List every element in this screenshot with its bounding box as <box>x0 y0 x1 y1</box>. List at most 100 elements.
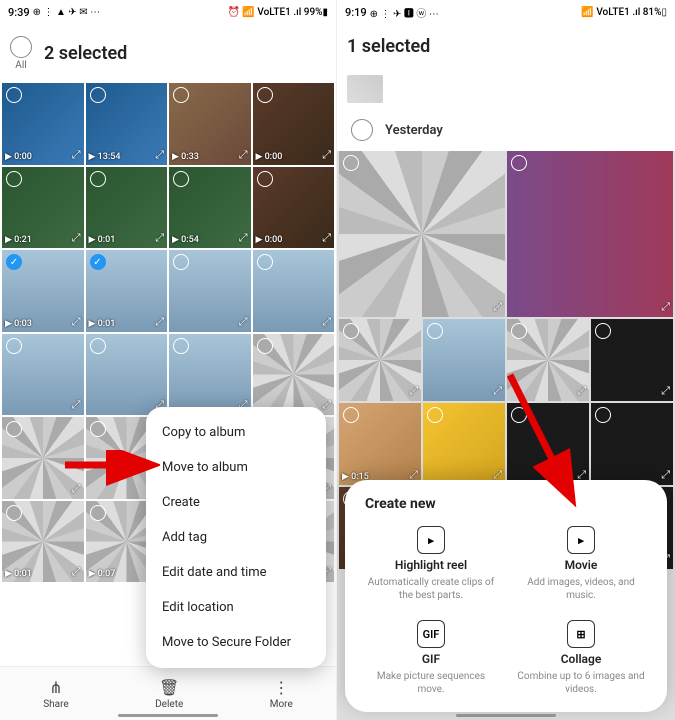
media-cell[interactable]: ▶ 0:21⤢ <box>2 167 84 249</box>
cell-select-checkbox[interactable] <box>511 407 527 423</box>
media-cell[interactable]: ⤢ <box>507 319 589 401</box>
cell-select-checkbox[interactable]: ✓ <box>90 254 106 270</box>
expand-icon[interactable]: ⤢ <box>72 148 81 162</box>
media-cell[interactable]: ⤢ <box>507 403 589 485</box>
expand-icon[interactable]: ⤢ <box>155 231 164 245</box>
cell-select-checkbox[interactable] <box>595 407 611 423</box>
cell-select-checkbox[interactable] <box>90 421 106 437</box>
create-option-gif[interactable]: GIFGIFMake picture sequences move. <box>361 620 501 696</box>
expand-icon[interactable]: ⤢ <box>409 384 418 398</box>
media-cell[interactable]: ⤢ <box>339 319 421 401</box>
expand-icon[interactable]: ⤢ <box>239 148 248 162</box>
expand-icon[interactable]: ⤢ <box>493 300 502 314</box>
expand-icon[interactable]: ⤢ <box>322 315 331 329</box>
media-cell[interactable]: ⤢ <box>169 250 251 332</box>
cell-select-checkbox[interactable] <box>90 338 106 354</box>
cell-select-checkbox[interactable] <box>511 323 527 339</box>
menu-item-copy-to-album[interactable]: Copy to album <box>146 415 326 450</box>
bottombar-delete[interactable]: 🗑Delete <box>155 678 183 710</box>
media-cell[interactable]: ⤢ <box>86 334 168 416</box>
expand-icon[interactable]: ⤢ <box>322 231 331 245</box>
expand-icon[interactable]: ⤢ <box>577 384 586 398</box>
expand-icon[interactable]: ⤢ <box>72 565 81 579</box>
media-cell[interactable]: ⤢ <box>2 334 84 416</box>
create-option-collage[interactable]: ⊞CollageCombine up to 6 images and video… <box>511 620 651 696</box>
cell-select-checkbox[interactable] <box>343 155 359 171</box>
media-cell[interactable]: ▶ 13:54⤢ <box>86 83 168 165</box>
media-cell[interactable]: ▶ 0:00⤢ <box>253 167 335 249</box>
media-cell[interactable]: ✓▶ 0:01⤢ <box>86 250 168 332</box>
cell-select-checkbox[interactable] <box>90 171 106 187</box>
cell-select-checkbox[interactable] <box>257 171 273 187</box>
cell-select-checkbox[interactable] <box>257 338 273 354</box>
media-cell[interactable]: ⤢ <box>339 151 505 317</box>
cell-select-checkbox[interactable] <box>427 323 443 339</box>
expand-icon[interactable]: ⤢ <box>661 384 670 398</box>
media-cell[interactable]: ▶ 0:15⤢ <box>339 403 421 485</box>
bottombar-share[interactable]: ⋔Share <box>43 678 68 710</box>
cell-select-checkbox[interactable] <box>90 87 106 103</box>
cell-select-checkbox[interactable] <box>6 505 22 521</box>
expand-icon[interactable]: ⤢ <box>155 315 164 329</box>
cell-select-checkbox[interactable] <box>6 421 22 437</box>
menu-item-edit-location[interactable]: Edit location <box>146 590 326 625</box>
cell-select-checkbox[interactable] <box>511 155 527 171</box>
cell-select-checkbox[interactable] <box>6 338 22 354</box>
expand-icon[interactable]: ⤢ <box>661 468 670 482</box>
menu-item-edit-date-and-time[interactable]: Edit date and time <box>146 555 326 590</box>
media-cell[interactable]: ▶ 0:54⤢ <box>169 167 251 249</box>
expand-icon[interactable]: ⤢ <box>493 384 502 398</box>
cell-select-checkbox[interactable] <box>343 407 359 423</box>
select-day-checkbox[interactable] <box>351 119 373 141</box>
media-cell[interactable]: ⤢ <box>591 319 673 401</box>
expand-icon[interactable]: ⤢ <box>322 398 331 412</box>
cell-select-checkbox[interactable] <box>257 254 273 270</box>
cell-select-checkbox[interactable] <box>173 171 189 187</box>
home-indicator[interactable] <box>118 714 218 717</box>
selected-thumbnail[interactable] <box>347 75 383 103</box>
cell-select-checkbox[interactable] <box>173 254 189 270</box>
expand-icon[interactable]: ⤢ <box>155 148 164 162</box>
media-cell[interactable]: ⤢ <box>2 417 84 499</box>
menu-item-add-tag[interactable]: Add tag <box>146 520 326 555</box>
expand-icon[interactable]: ⤢ <box>72 482 81 496</box>
create-option-highlight-reel[interactable]: ▸Highlight reelAutomatically create clip… <box>361 526 501 602</box>
cell-select-checkbox[interactable] <box>6 171 22 187</box>
media-cell[interactable]: ▶ 0:33⤢ <box>169 83 251 165</box>
media-cell[interactable]: ⤢ <box>253 250 335 332</box>
media-cell[interactable]: ▶ 0:01⤢ <box>2 501 84 583</box>
menu-item-move-to-album[interactable]: Move to album <box>146 450 326 485</box>
cell-select-checkbox[interactable] <box>173 87 189 103</box>
expand-icon[interactable]: ⤢ <box>661 300 670 314</box>
media-cell[interactable]: ⤢ <box>423 403 505 485</box>
menu-item-create[interactable]: Create <box>146 485 326 520</box>
media-cell[interactable]: ▶ 0:01⤢ <box>86 167 168 249</box>
media-cell[interactable]: ⤢ <box>253 334 335 416</box>
expand-icon[interactable]: ⤢ <box>239 315 248 329</box>
cell-select-checkbox[interactable] <box>343 323 359 339</box>
cell-select-checkbox[interactable] <box>6 87 22 103</box>
home-indicator[interactable] <box>456 714 556 717</box>
media-cell[interactable]: ⤢ <box>507 151 673 317</box>
expand-icon[interactable]: ⤢ <box>72 398 81 412</box>
menu-item-move-to-secure-folder[interactable]: Move to Secure Folder <box>146 625 326 660</box>
select-all-checkbox[interactable] <box>10 36 32 58</box>
bottombar-more[interactable]: ⋮More <box>270 678 293 710</box>
expand-icon[interactable]: ⤢ <box>72 315 81 329</box>
media-cell[interactable]: ✓▶ 0:03⤢ <box>2 250 84 332</box>
media-cell[interactable]: ⤢ <box>169 334 251 416</box>
cell-select-checkbox[interactable] <box>427 407 443 423</box>
expand-icon[interactable]: ⤢ <box>239 231 248 245</box>
expand-icon[interactable]: ⤢ <box>72 231 81 245</box>
create-option-movie[interactable]: ▸MovieAdd images, videos, and music. <box>511 526 651 602</box>
cell-select-checkbox[interactable] <box>90 505 106 521</box>
cell-select-checkbox[interactable] <box>173 338 189 354</box>
expand-icon[interactable]: ⤢ <box>322 148 331 162</box>
media-cell[interactable]: ▶ 0:00⤢ <box>253 83 335 165</box>
media-cell[interactable]: ⤢ <box>591 403 673 485</box>
cell-select-checkbox[interactable]: ✓ <box>6 254 22 270</box>
cell-select-checkbox[interactable] <box>595 323 611 339</box>
media-cell[interactable]: ▶ 0:00⤢ <box>2 83 84 165</box>
cell-select-checkbox[interactable] <box>257 87 273 103</box>
media-cell[interactable]: ⤢ <box>423 319 505 401</box>
